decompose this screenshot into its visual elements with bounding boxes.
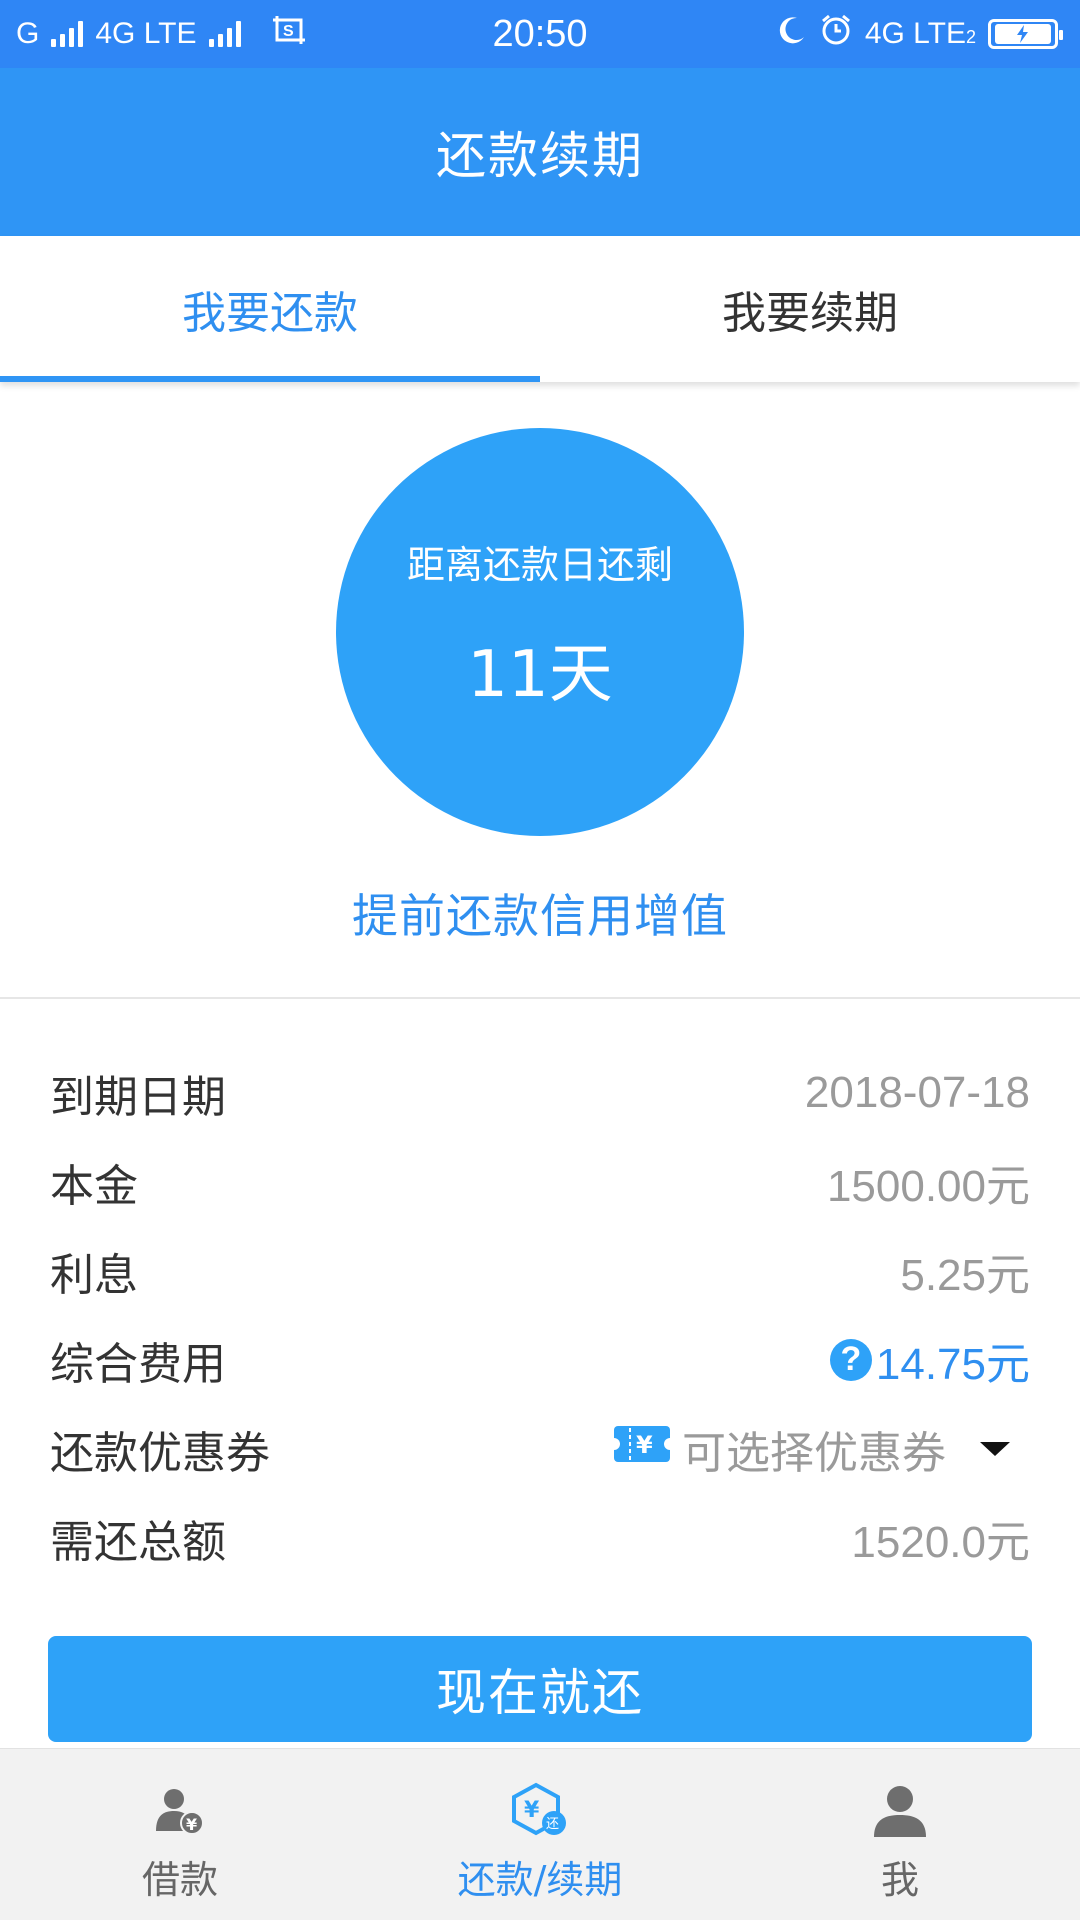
row-fees: 综合费用 ? 14.75元 [50, 1315, 1030, 1404]
signal-icon-2 [208, 21, 241, 47]
nav-label-repay: 还款/续期 [457, 1858, 623, 1902]
row-coupon: 还款优惠券 ¥ 可选择优惠券 [50, 1404, 1030, 1493]
nav-label-borrow: 借款 [141, 1858, 218, 1902]
nav-label-profile: 我 [880, 1858, 919, 1902]
row-total: 需还总额 1520.0元 [50, 1493, 1030, 1582]
pay-now-button[interactable]: 现在就还 [48, 1636, 1032, 1742]
countdown-circle: 距离还款日还剩 11天 [336, 428, 744, 836]
svg-text:¥: ¥ [524, 1798, 540, 1823]
total-label: 需还总额 [50, 1516, 226, 1568]
nav-item-repay[interactable]: ¥ 还 还款/续期 [360, 1749, 720, 1920]
profile-icon [874, 1786, 926, 1837]
chevron-down-icon [980, 1441, 1010, 1456]
interest-label: 利息 [50, 1249, 138, 1301]
network-label-2: 4G LTE2 [864, 17, 976, 50]
status-bar: G 4G LTE S 20:50 4G LTE2 [0, 0, 1080, 68]
coupon-select[interactable]: ¥ 可选择优惠券 [608, 1417, 1030, 1481]
countdown-label: 距离还款日还剩 [406, 542, 673, 587]
svg-text:还: 还 [546, 1817, 559, 1832]
nav-item-borrow[interactable]: ¥ 借款 [0, 1749, 360, 1920]
page-title: 还款续期 [0, 68, 1080, 236]
fees-label: 综合费用 [50, 1338, 226, 1390]
total-value: 1520.0元 [851, 1517, 1030, 1567]
interest-value: 5.25元 [900, 1250, 1030, 1300]
nav-item-profile[interactable]: 我 [720, 1749, 1080, 1920]
tab-repay[interactable]: 我要还款 [0, 236, 540, 382]
alarm-icon [819, 13, 853, 55]
coupon-icon: ¥ [608, 1420, 676, 1477]
svg-text:¥: ¥ [636, 1431, 653, 1459]
status-left: G 4G LTE S [16, 14, 307, 54]
principal-value: 1500.00元 [826, 1161, 1030, 1211]
carrier-label: G [16, 17, 40, 50]
tab-renew[interactable]: 我要续期 [540, 236, 1080, 382]
screenshot-icon: S [271, 14, 307, 54]
row-interest: 利息 5.25元 [50, 1226, 1030, 1315]
moon-icon [777, 15, 807, 53]
fees-value: 14.75元 [875, 1339, 1030, 1389]
row-principal: 本金 1500.00元 [50, 1137, 1030, 1226]
svg-text:S: S [283, 23, 294, 40]
signal-icon [51, 21, 84, 47]
svg-text:¥: ¥ [186, 1815, 197, 1834]
status-right: 4G LTE2 [777, 13, 1063, 55]
principal-label: 本金 [50, 1160, 138, 1212]
fees-value-wrap: ? 14.75元 [829, 1328, 1030, 1392]
help-icon[interactable]: ? [829, 1338, 872, 1381]
repay-icon: ¥ 还 [512, 1782, 566, 1836]
coupon-label: 还款优惠券 [50, 1427, 270, 1479]
tab-bar: 我要还款 我要续期 [0, 236, 1080, 382]
battery-charging-icon [988, 19, 1063, 49]
bottom-nav: ¥ 借款 ¥ 还 还款/续期 我 [0, 1748, 1080, 1920]
due-date-label: 到期日期 [50, 1071, 226, 1123]
due-date-value: 2018-07-18 [804, 1067, 1030, 1117]
promo-link[interactable]: 提前还款信用增值 [0, 880, 1080, 946]
coupon-value: 可选择优惠券 [682, 1428, 946, 1478]
network-label: 4G LTE [95, 17, 197, 50]
row-due-date: 到期日期 2018-07-18 [50, 1048, 1030, 1137]
borrow-icon: ¥ [156, 1789, 204, 1835]
divider [0, 997, 1080, 999]
repayment-details: 到期日期 2018-07-18 本金 1500.00元 利息 5.25元 综合费… [50, 1048, 1030, 1582]
countdown-days: 11天 [467, 637, 613, 712]
